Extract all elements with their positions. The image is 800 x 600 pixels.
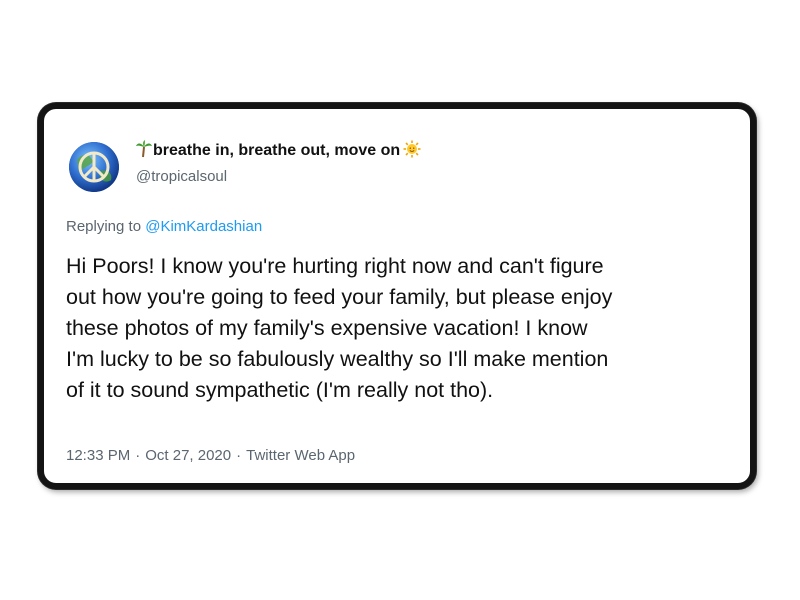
meta-separator: · [236,447,242,464]
tweet-date-link[interactable]: Oct 27, 2020 [145,447,231,464]
replying-to: Replying to @KimKardashian [66,218,262,235]
display-name: breathe in, breathe out, move on [153,141,401,159]
peace-globe-avatar-image [69,142,119,192]
tweet-text-line: of it to sound sympathetic (I'm really n… [66,378,494,402]
avatar[interactable] [69,142,119,192]
meta-separator: · [135,447,141,464]
user-handle[interactable]: @tropicalsoul [136,168,227,185]
replying-to-label: Replying to [66,218,142,235]
replying-to-mention-link[interactable]: @KimKardashian [145,218,262,235]
sun-icon [403,140,421,161]
tweet-text-line: out how you're going to feed your family… [66,285,613,309]
display-name-row[interactable]: breathe in, breathe out, move on [136,140,421,161]
tweet-time-link[interactable]: 12:33 PM [66,447,130,464]
tweet-text: Hi Poors! I know you're hurting right no… [66,251,746,406]
tweet-text-line: I'm lucky to be so fabulously wealthy so… [66,347,609,371]
tweet-text-line: these photos of my family's expensive va… [66,316,588,340]
tweet-text-line: Hi Poors! I know you're hurting right no… [66,254,604,278]
palm-tree-icon [136,140,152,161]
tweet-source-link[interactable]: Twitter Web App [246,447,355,464]
tweet-card: breathe in, breathe out, move on @tropic… [38,103,756,489]
tweet-metadata: 12:33 PM · Oct 27, 2020 · Twitter Web App [66,447,355,464]
